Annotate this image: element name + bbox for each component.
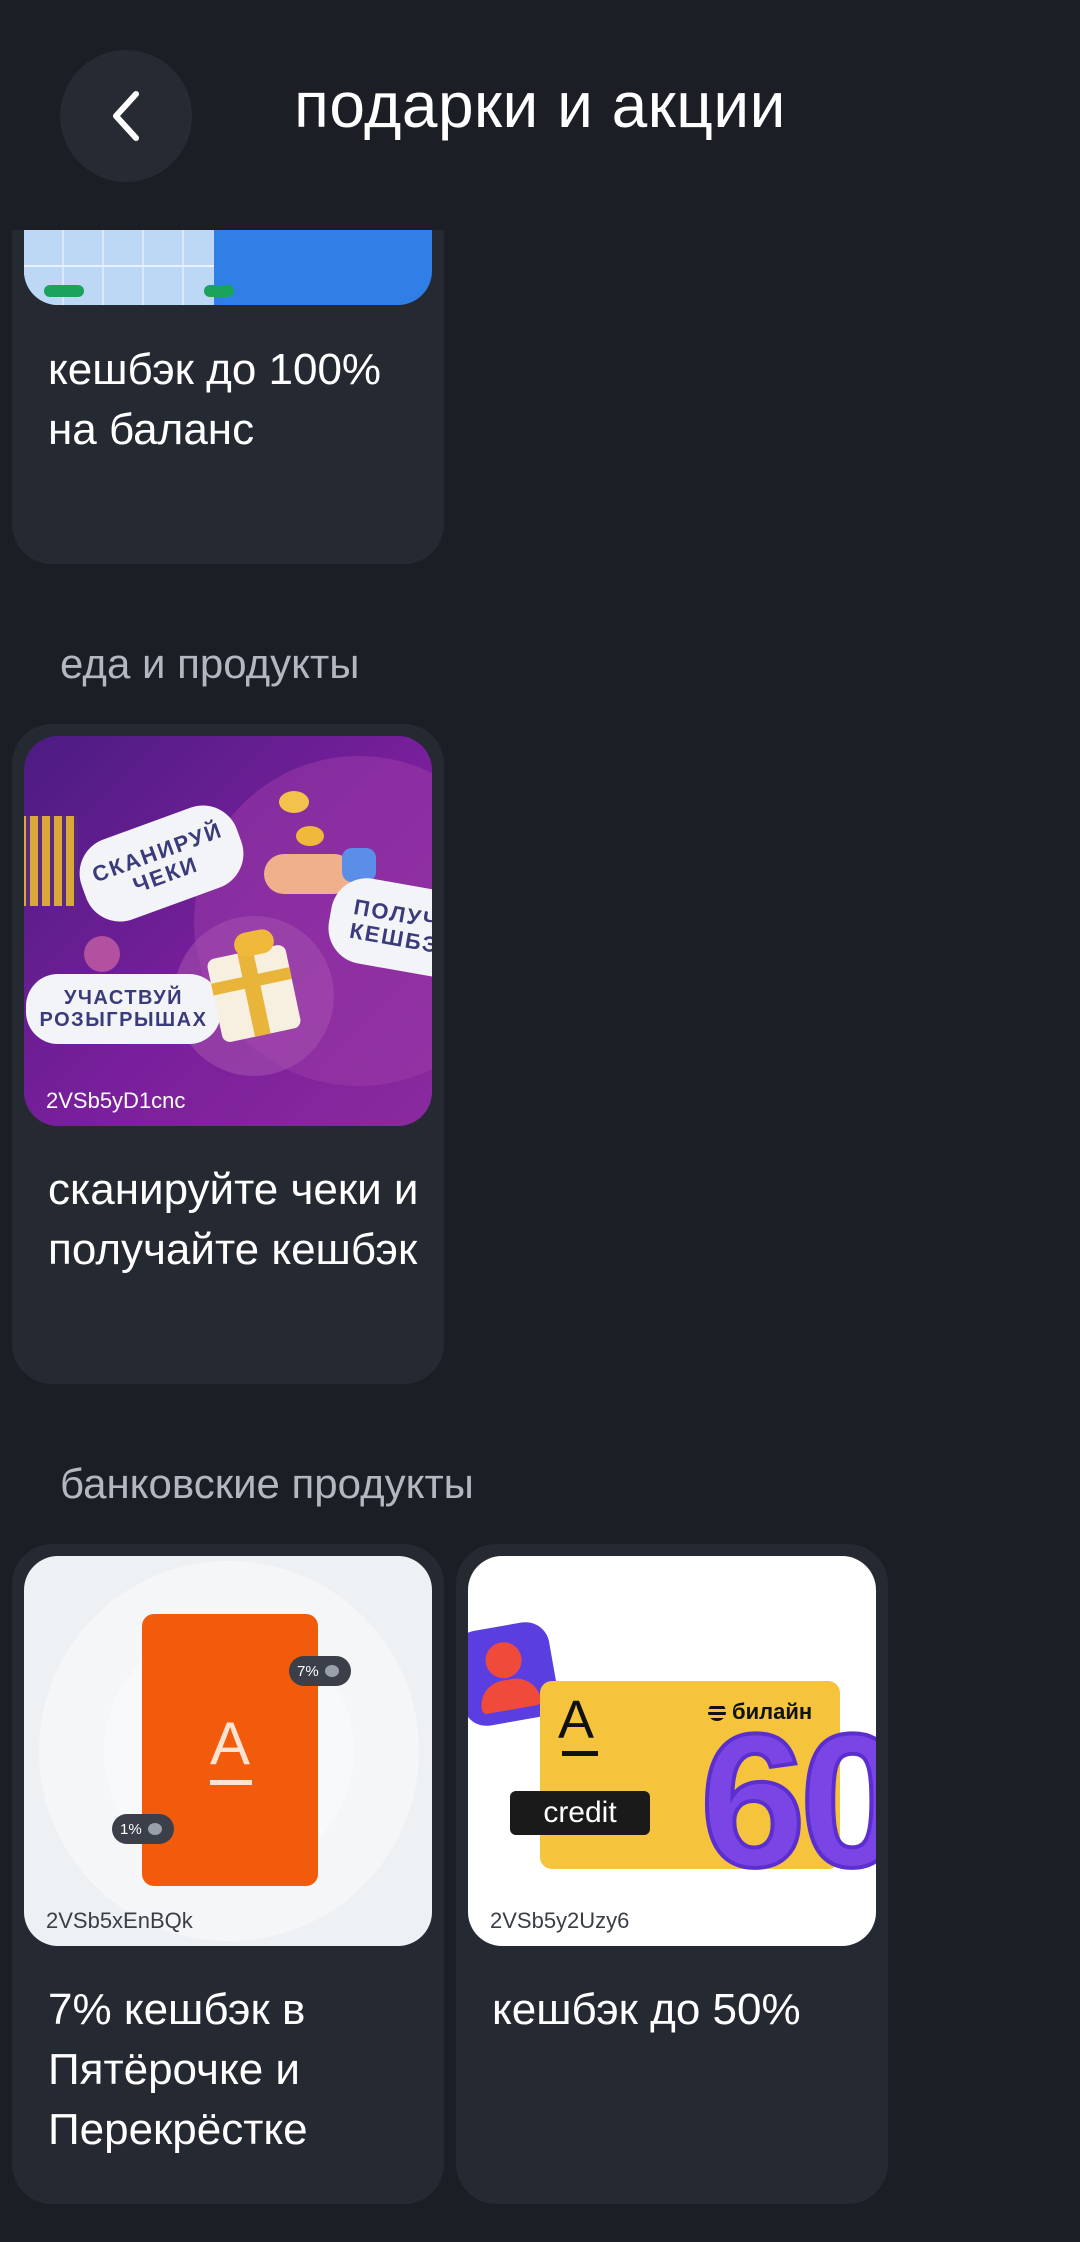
header: подарки и акции xyxy=(0,0,1080,230)
bubble-join: УЧАСТВУЙ РОЗЫГРЫШАХ xyxy=(26,974,221,1044)
promo-card-alfa-cashback[interactable]: А 7% 1% 2VSb5xEnBQk 7% кешбэк в Пятёрочк… xyxy=(12,1544,444,2204)
page-title: подарки и акции xyxy=(294,69,786,141)
badge-7-percent: 7% xyxy=(289,1656,351,1686)
erid-label: 2VSb5xEnBQk xyxy=(46,1908,193,1933)
alfa-card-image: А xyxy=(142,1614,318,1886)
promo-card-image: СКАНИРУЙ ЧЕКИ ПОЛУЧ КЕШБЭ УЧАСТВУЙ РОЗЫГ… xyxy=(24,736,432,1126)
alfa-logo-icon: А xyxy=(558,1690,595,1750)
badge-1-percent: 1% xyxy=(112,1814,174,1844)
gift-icon xyxy=(206,943,302,1044)
promo-card-image: А 7% 1% 2VSb5xEnBQk xyxy=(24,1556,432,1946)
big-number-60: 60 xyxy=(698,1695,876,1907)
promo-card-scan-receipts[interactable]: СКАНИРУЙ ЧЕКИ ПОЛУЧ КЕШБЭ УЧАСТВУЙ РОЗЫГ… xyxy=(12,724,444,1384)
coin-icon xyxy=(324,1665,339,1677)
erid-label: 2VSb5y2Uzy6 xyxy=(490,1908,630,1933)
alfa-logo-icon: А xyxy=(209,1710,251,1777)
erid-label: 2VSb5yD1cnc xyxy=(46,1088,186,1113)
promo-card-title: сканируйте чеки и получайте кешбэк xyxy=(48,1165,419,1274)
coin-icon xyxy=(147,1823,162,1835)
section-title-food: еда и продукты xyxy=(60,640,360,687)
section-title-bank: банковские продукты xyxy=(60,1460,474,1507)
coins-icon xyxy=(279,791,309,813)
qr-code-icon xyxy=(24,816,78,906)
credit-label: credit xyxy=(510,1791,650,1835)
promo-card-title: 7% кешбэк в Пятёрочке и Перекрёстке xyxy=(48,1985,308,2154)
promo-card-title: кешбэк до 50% xyxy=(492,1985,801,2034)
promo-card-title: кешбэк до 100% на баланс xyxy=(48,345,382,454)
promo-card-image: А билайн credit 60 2VSb5y2Uzy6 xyxy=(468,1556,876,1946)
promo-card-alfa-credit[interactable]: А билайн credit 60 2VSb5y2Uzy6 кешбэк до… xyxy=(456,1544,888,2204)
